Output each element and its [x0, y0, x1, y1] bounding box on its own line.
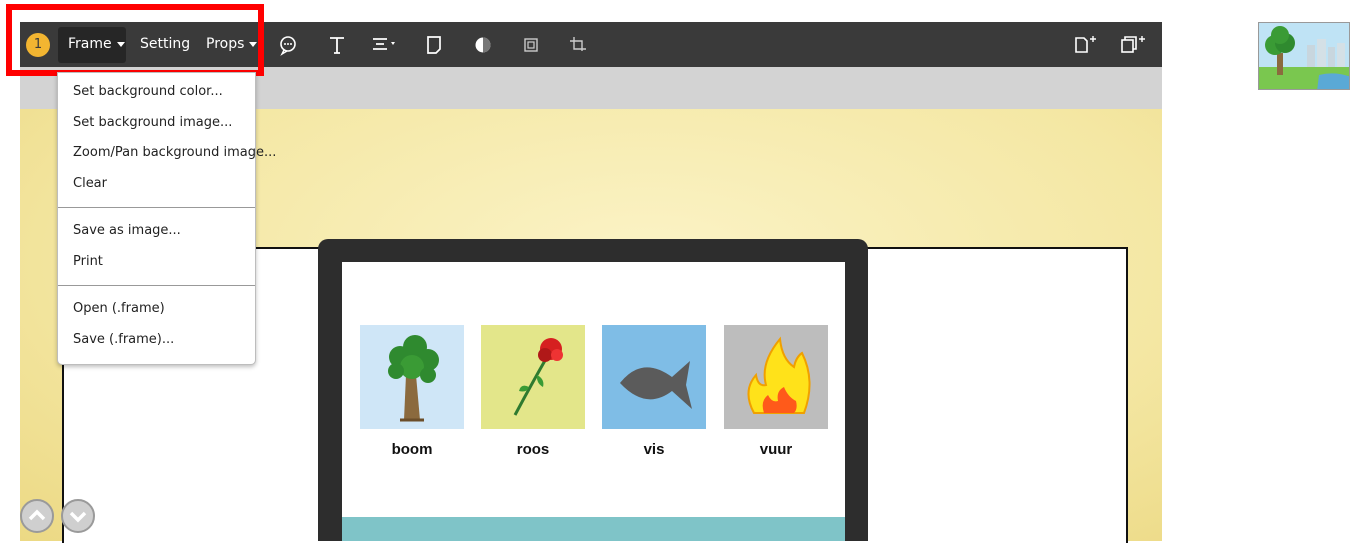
props-menu-label: Props: [206, 36, 245, 52]
menu-item-set-background-color[interactable]: Set background color...: [58, 77, 255, 108]
frame-dropdown-menu: Set background color... Set background i…: [57, 72, 276, 365]
left-margin: [0, 22, 20, 541]
speech-bubble-icon[interactable]: [277, 34, 299, 56]
menu-item-clear[interactable]: Clear: [58, 169, 255, 200]
chevron-up-icon: [28, 509, 46, 521]
card-label: vuur: [759, 441, 793, 458]
contrast-icon[interactable]: [472, 34, 494, 56]
page-thumbnail[interactable]: [1258, 22, 1350, 90]
card-background: [481, 325, 585, 429]
fire-icon: [724, 325, 828, 429]
park-scene-thumbnail-image: [1259, 23, 1349, 89]
card-rose: [481, 325, 585, 429]
chevron-down-icon: [69, 511, 87, 523]
setting-menu[interactable]: Setting: [140, 22, 190, 67]
card-fish: [602, 325, 706, 429]
scroll-down-button[interactable]: [61, 499, 95, 533]
scroll-up-button[interactable]: [20, 499, 54, 533]
props-menu[interactable]: Props: [206, 22, 258, 67]
menu-divider: [58, 207, 255, 208]
frame-shape-icon[interactable]: [424, 34, 446, 56]
add-page-icon[interactable]: [1072, 34, 1100, 56]
fish-icon: [602, 325, 706, 429]
card-label: vis: [643, 441, 665, 458]
card-fire: [724, 325, 828, 429]
duplicate-page-icon[interactable]: [1119, 34, 1147, 56]
frame-menu-label: Frame: [68, 36, 112, 52]
align-icon[interactable]: [370, 34, 400, 56]
tree-icon: [360, 325, 464, 429]
menu-item-print[interactable]: Print: [58, 247, 255, 278]
page-number-badge[interactable]: 1: [26, 33, 50, 57]
chevron-down-icon: [249, 41, 258, 47]
chevron-down-icon: [116, 41, 125, 47]
rose-icon: [481, 325, 585, 429]
fit-icon[interactable]: [520, 34, 542, 56]
tablet-screen-band: [342, 517, 845, 541]
text-icon[interactable]: [326, 34, 348, 56]
menu-item-open-frame[interactable]: Open (.frame): [58, 294, 255, 325]
menu-item-set-background-image[interactable]: Set background image...: [58, 108, 255, 139]
crop-icon[interactable]: [567, 34, 589, 56]
frame-menu[interactable]: Frame: [68, 22, 125, 67]
card-label: roos: [516, 441, 550, 458]
menu-item-save-frame[interactable]: Save (.frame)...: [58, 325, 255, 356]
main-toolbar: 1 Frame Setting Props: [20, 22, 1162, 67]
menu-divider: [58, 285, 255, 286]
card-tree: [360, 325, 464, 429]
card-label: boom: [391, 441, 433, 458]
menu-item-zoom-pan-background[interactable]: Zoom/Pan background image...: [58, 138, 276, 169]
menu-item-save-as-image[interactable]: Save as image...: [58, 216, 255, 247]
